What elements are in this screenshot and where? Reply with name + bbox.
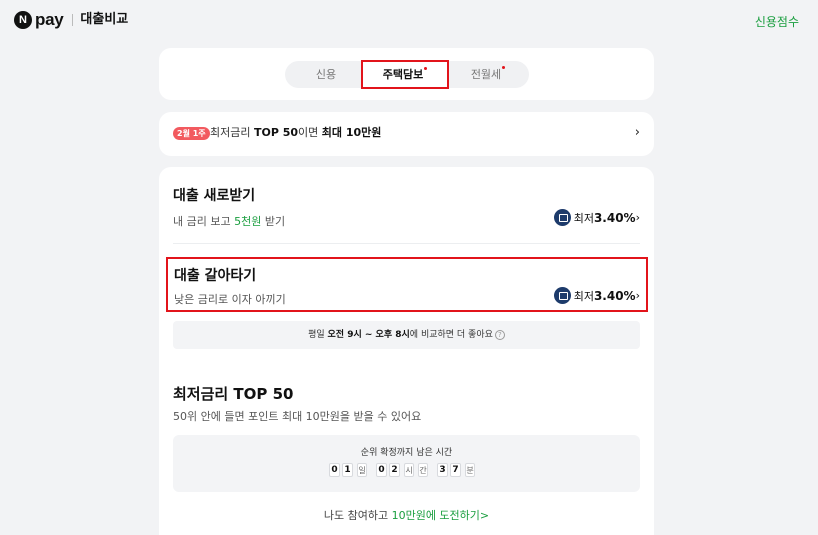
new-loan-subtitle: 내 금리 보고 5천원 받기	[173, 213, 285, 229]
new-loan-title: 대출 새로받기	[173, 188, 256, 204]
rate-logo-icon	[553, 209, 571, 226]
notice-post: 에 비교하면 더 좋아요	[409, 330, 493, 340]
rate-logo-icon	[553, 287, 571, 304]
tab-mortgage[interactable]: 주택담보	[361, 60, 449, 89]
tab-mortgage-label: 주택담보	[382, 68, 424, 81]
challenge-link[interactable]: 나도 참여하고 10만원에 도전하기>	[159, 507, 654, 523]
npay-logo-text: pay	[35, 10, 64, 29]
hour-unit: 시	[404, 463, 414, 477]
top50-subtitle: 50위 안에 들면 포인트 최대 10만원을 받을 수 있어요	[173, 410, 422, 423]
hour-digit: 0	[376, 463, 387, 477]
challenge-pre: 나도 참여하고	[323, 509, 392, 522]
challenge-link-text: 10만원에 도전하기	[391, 509, 480, 522]
rate-label: 최저	[573, 289, 594, 303]
loan-type-tabs-card: 신용 전월세 주택담보	[159, 48, 654, 100]
chevron-right-icon: ›	[635, 289, 640, 302]
notice-hours: 오전 9시 ~ 오후 8시	[327, 330, 410, 340]
new-loan-sub-pre: 내 금리 보고	[173, 215, 235, 228]
notice-pre: 평일	[308, 330, 328, 340]
refinance-subtitle: 낮은 금리로 이자 아끼기	[174, 293, 286, 306]
business-hours-notice: 평일 오전 9시 ~ 오후 8시에 비교하면 더 좋아요?	[173, 321, 640, 349]
tab-lease-label: 전월세	[470, 68, 502, 81]
week-badge: 2월 1주	[173, 127, 210, 140]
new-loan-rate: 최저 3.40% ›	[553, 209, 640, 226]
npay-n-icon: N	[14, 11, 32, 29]
new-loan-sub-highlight: 5천원	[234, 215, 262, 228]
chevron-right-icon: >	[479, 509, 490, 522]
refinance-rate: 최저 3.40% ›	[553, 287, 640, 304]
promo-text-max: 최대 10만원	[321, 126, 382, 139]
help-icon[interactable]: ?	[494, 329, 505, 340]
new-dot-icon	[424, 67, 428, 70]
refinance-section[interactable]: 대출 갈아타기 낮은 금리로 이자 아끼기 최저 3.40% ›	[166, 257, 648, 312]
day-digit: 0	[329, 463, 340, 477]
header-divider	[72, 14, 74, 26]
rate-value: 3.40%	[593, 210, 636, 225]
promo-text-top50: TOP 50	[253, 126, 299, 139]
hour-unit: 간	[418, 463, 428, 477]
chevron-right-icon: ›	[634, 125, 640, 140]
credit-score-link[interactable]: 신용점수	[755, 13, 799, 30]
promo-banner[interactable]: 2월 1주 최저금리 TOP 50이면 최대 10만원 ›	[159, 112, 654, 156]
tab-credit[interactable]: 신용	[285, 61, 367, 88]
top-header: N pay 대출비교 신용점수	[0, 0, 818, 42]
countdown-timer: 0 1 일 0 2 시 간 3 7 분	[173, 463, 640, 477]
minute-digit: 3	[437, 463, 448, 477]
new-loan-sub-post: 받기	[261, 215, 286, 228]
refinance-title: 대출 갈아타기	[174, 268, 257, 284]
top50-title: 최저금리 TOP 50	[173, 385, 294, 403]
tab-credit-label: 신용	[315, 68, 337, 81]
rate-label: 최저	[573, 211, 594, 225]
minute-digit: 7	[450, 463, 461, 477]
promo-text-mid: 이면	[298, 126, 322, 139]
chevron-right-icon: ›	[635, 211, 640, 224]
section-divider	[173, 243, 640, 244]
day-digit: 1	[342, 463, 353, 477]
new-dot-icon	[502, 66, 506, 69]
page-title: 대출비교	[80, 12, 129, 27]
minute-unit: 분	[465, 463, 475, 477]
promo-text: 최저금리 TOP 50이면 최대 10만원	[210, 125, 381, 141]
tab-lease[interactable]: 전월세	[447, 61, 529, 88]
loan-options-card: 대출 새로받기 내 금리 보고 5천원 받기 최저 3.40% › 대출 갈아타기 …	[159, 167, 654, 535]
rate-value: 3.40%	[593, 288, 636, 303]
hour-digit: 2	[389, 463, 400, 477]
day-unit: 일	[357, 463, 367, 477]
promo-text-pre: 최저금리	[210, 126, 254, 139]
countdown-box: 순위 확정까지 남은 시간 0 1 일 0 2 시 간 3 7 분	[173, 435, 640, 492]
npay-logo[interactable]: N pay 대출비교	[14, 11, 128, 29]
loan-type-tabs: 신용 전월세 주택담보	[285, 60, 529, 89]
countdown-label: 순위 확정까지 남은 시간	[360, 448, 453, 458]
